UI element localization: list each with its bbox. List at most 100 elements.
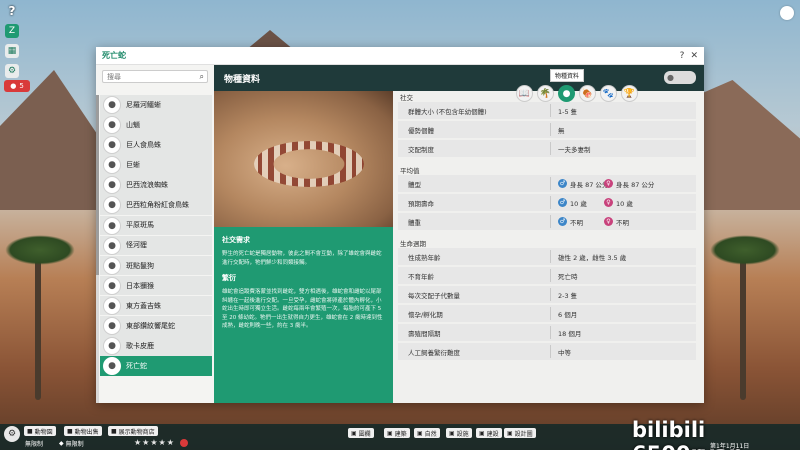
shop-icon: ■ (111, 427, 117, 435)
species-list-item[interactable]: ● 巨人食鳥蛛 (100, 135, 212, 155)
row-divider (550, 326, 551, 339)
male-icon: ♂ (558, 198, 567, 207)
gear-icon[interactable]: ⚙ (4, 426, 20, 442)
species-list-item[interactable]: ● 巴西粒角粉紅食鳥蛛 (100, 195, 212, 215)
exhibits-button[interactable]: ■ 動物出售 (64, 426, 102, 436)
species-thumbnail-icon: ● (103, 276, 121, 295)
alert-dot[interactable] (180, 439, 188, 447)
female-icon: ♀ (604, 179, 613, 188)
calendar-icon[interactable]: ▦ (5, 44, 19, 58)
info-row-label: 懷孕/孵化期 (408, 310, 443, 319)
species-list-item[interactable]: ● 尼羅河鱷蜥 (100, 95, 212, 115)
species-name: 東方蓋吉蛛 (126, 301, 161, 310)
info-row: 人工飼養繁衍難度 中等 (398, 343, 696, 360)
info-row: 群體大小 (不包含年幼個體) 1-5 隻 (398, 102, 696, 119)
row-divider (550, 104, 551, 117)
top-right-button[interactable] (780, 6, 794, 20)
info-panel: 社交 群體大小 (不包含年幼個體) 1-5 隻優勢個體 無交配制度 一夫多妻制 平均值… (396, 91, 698, 403)
snake-illustration (254, 141, 364, 187)
female-icon: ♀ (604, 198, 613, 207)
zoo-rating-stars: ★★★★★ (134, 438, 175, 447)
help-icon[interactable]: ? (9, 4, 16, 18)
build-menu-label: 設計圖 (514, 430, 533, 438)
build-menu-button[interactable]: ▣ 建設 (476, 428, 502, 438)
species-thumbnail-icon: ● (103, 116, 121, 135)
species-list-item[interactable]: ● 東部鑽紋響尾蛇 (100, 316, 212, 336)
species-list-item[interactable]: ● 巨蜥 (100, 155, 212, 175)
female-value-text: 10 歲 (616, 199, 633, 208)
species-list-item[interactable]: ● 死亡蛇 (100, 356, 212, 376)
info-row-value: 2-3 隻 (558, 291, 578, 300)
row-divider (550, 250, 551, 263)
social-heading: 社交需求 (222, 236, 250, 244)
build-menu-button[interactable]: ▣ 建築 (384, 428, 410, 438)
close-button[interactable]: ✕ (690, 51, 698, 61)
settings-icon[interactable]: ⚙ (5, 64, 19, 78)
build-menu-label: 建設 (486, 430, 499, 438)
species-list-item[interactable]: ● 日本獼猴 (100, 275, 212, 296)
user-toggle[interactable]: ● (664, 71, 696, 84)
info-row-label: 壽殖間隔期 (408, 329, 441, 338)
alert-badge[interactable]: ● 5 (4, 80, 30, 92)
build-menu-label: 自然 (424, 430, 437, 438)
info-row-label: 體型 (408, 180, 421, 189)
row-divider (550, 307, 551, 320)
build-menu-button[interactable]: ▣ 設計圖 (504, 428, 536, 438)
species-thumbnail-icon: ● (103, 296, 121, 315)
female-value-text: 身長 87 公分 (616, 180, 655, 189)
animals-button-label: 動物園 (34, 428, 53, 436)
palm-trunk (35, 250, 41, 400)
info-row-value: 1-5 隻 (558, 107, 578, 116)
species-thumbnail-icon: ● (103, 317, 121, 336)
male-icon: ♂ (558, 179, 567, 188)
build-menu-label: 圍欄 (358, 430, 371, 438)
palm-leaves (710, 235, 780, 265)
row-divider (550, 288, 551, 301)
species-list-item[interactable]: ● 山魈 (100, 115, 212, 135)
female-value: ♀ 不明 (604, 217, 629, 227)
row-divider (550, 177, 551, 190)
species-name: 山魈 (126, 120, 140, 129)
zoo-icon[interactable]: Z (5, 24, 19, 38)
species-list-item[interactable]: ● 東方蓋吉蛛 (100, 295, 212, 316)
animals-button[interactable]: ■ 動物園 (24, 426, 56, 436)
row-divider (550, 345, 551, 358)
species-thumbnail-icon: ● (103, 196, 121, 215)
palm-trunk (740, 250, 746, 400)
male-value-text: 身長 87 公分 (570, 180, 609, 189)
breeding-text: 雄蛇會追蹤費洛蒙並找到雌蛇，雙方相遇後，雄蛇會和雌蛇以尾部糾纏在一起後進行交配。… (222, 289, 383, 330)
info-row: 交配制度 一夫多妻制 (398, 140, 696, 157)
staff-button[interactable]: ■ 展示動物商店 (108, 426, 158, 436)
male-value-text: 10 歲 (570, 199, 587, 208)
species-list-item[interactable]: ● 怪河貍 (100, 235, 212, 256)
header-label: 物種資料 (224, 75, 261, 85)
search-icon[interactable]: ⌕ (200, 72, 204, 82)
build-menu-button[interactable]: ▣ 圍欄 (348, 428, 374, 438)
unlimited-research-label: 無限制 (65, 440, 84, 448)
scrollbar-thumb[interactable] (96, 95, 99, 275)
species-list-item[interactable]: ● 歌卡皮鹿 (100, 336, 212, 356)
species-name: 平原斑馬 (126, 221, 154, 230)
species-name: 巨人食鳥蛛 (126, 140, 161, 149)
build-menu-label: 設施 (456, 430, 469, 438)
build-menu-button[interactable]: ▣ 自然 (414, 428, 440, 438)
species-thumbnail-icon: ● (103, 337, 121, 356)
species-list-panel: ⌕ ● 尼羅河鱷蜥 ● 山魈 ● 巨人食鳥蛛 ● 巨蜥 ● 巴西流浪蜘蛛 ● 巴西粒角粉紅食鳥蛛 ● 平原… (96, 65, 214, 403)
info-row-label: 預期壽命 (408, 199, 434, 208)
info-row-value: 18 個月 (558, 329, 582, 338)
alert-count: 5 (19, 82, 24, 90)
species-thumbnail-icon: ● (103, 357, 121, 376)
info-row-value: 中等 (558, 348, 571, 357)
info-row: 體重 ♂ 不明 ♀ 不明 (398, 213, 696, 230)
build-menu-button[interactable]: ▣ 設施 (446, 428, 472, 438)
info-row-value: 一夫多妻制 (558, 145, 591, 154)
species-name: 日本獼猴 (126, 281, 154, 290)
row-divider (550, 215, 551, 228)
social-text: 野生的死亡蛇是獨居動物，彼此之間不會互動，除了雄蛇會與雌蛇進行交配時，牠們鮮少和… (222, 251, 382, 266)
species-list-item[interactable]: ● 平原斑馬 (100, 215, 212, 236)
info-row-label: 交配制度 (408, 145, 434, 154)
species-list-item[interactable]: ● 斑點鬣狗 (100, 255, 212, 276)
species-list-item[interactable]: ● 巴西流浪蜘蛛 (100, 175, 212, 195)
search-input[interactable] (107, 72, 193, 81)
help-button[interactable]: ? (680, 51, 685, 61)
